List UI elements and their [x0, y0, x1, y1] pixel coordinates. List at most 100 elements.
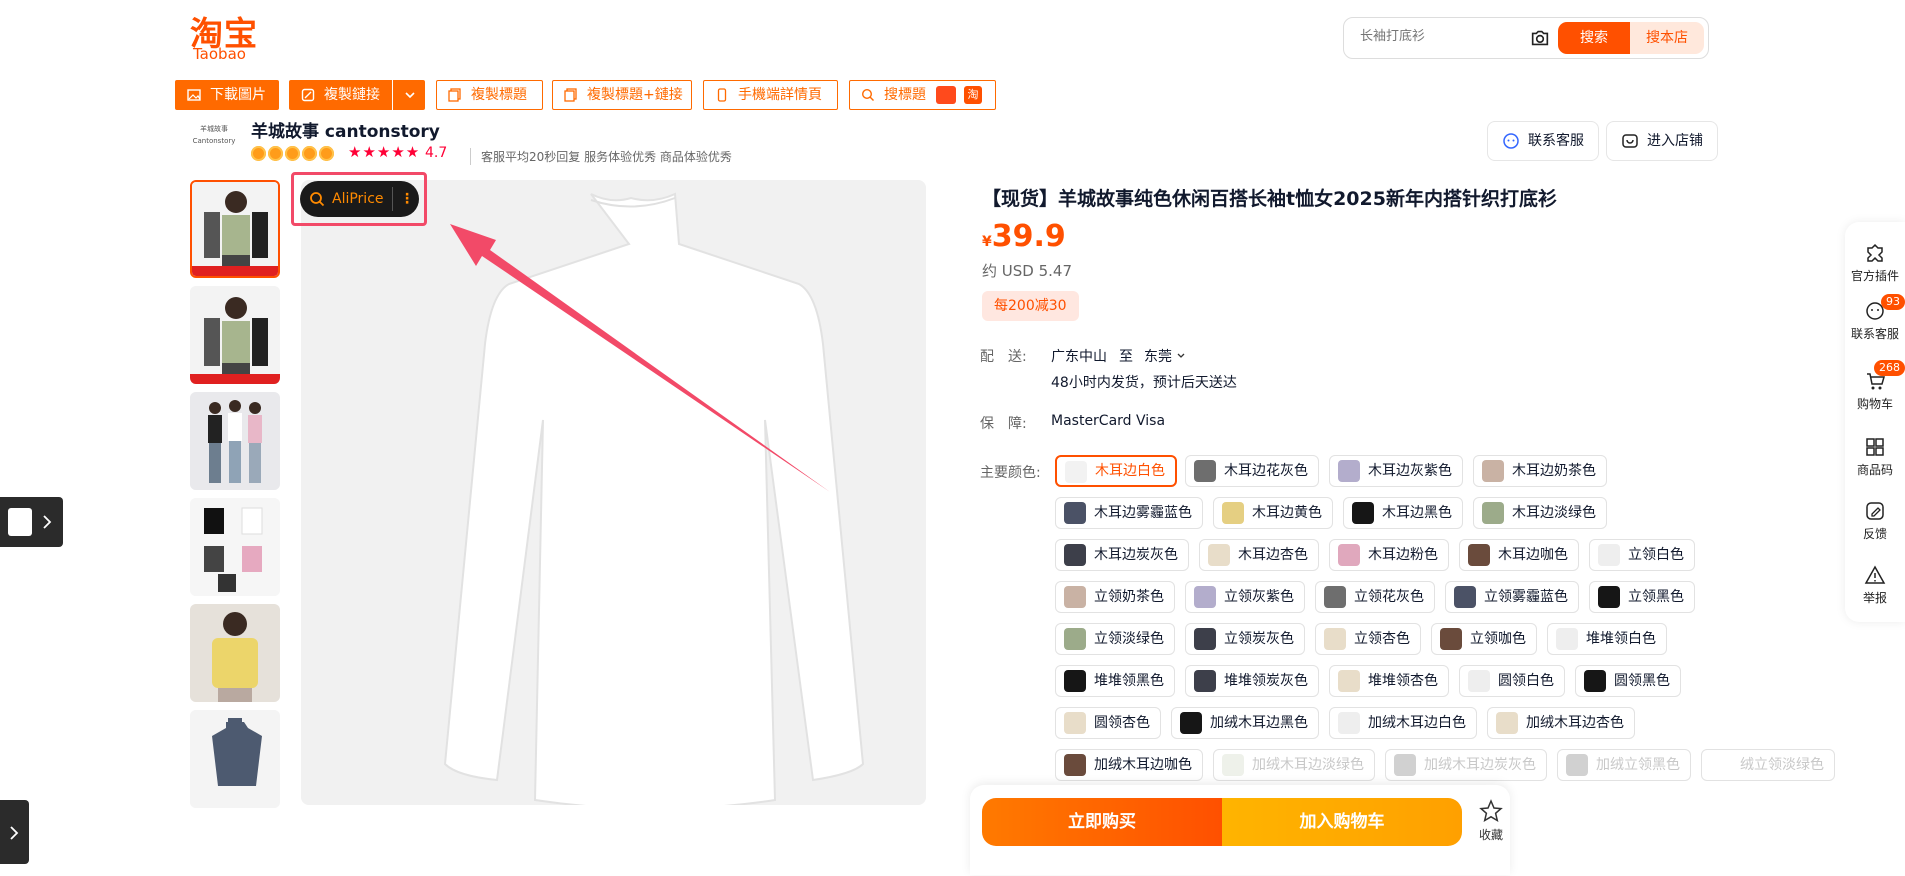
color-option[interactable]: 木耳边奶茶色 [1473, 455, 1607, 487]
copy-title-button[interactable]: 複製標題 [436, 80, 543, 110]
color-swatch [1208, 544, 1230, 566]
color-option[interactable]: 立领黑色 [1589, 581, 1695, 613]
color-option[interactable]: 立领杏色 [1315, 623, 1421, 655]
copy-title-link-button[interactable]: 複製標題+鏈接 [552, 80, 692, 110]
copy-link-dropdown[interactable] [393, 80, 425, 110]
color-option[interactable]: 加绒木耳边黑色 [1171, 707, 1319, 739]
color-option[interactable]: 立领白色 [1589, 539, 1695, 571]
copy-link-label: 複製鏈接 [324, 87, 380, 103]
color-option[interactable]: 加绒木耳边咖色 [1055, 749, 1203, 781]
color-option[interactable]: 圆领杏色 [1055, 707, 1161, 739]
search-title-button[interactable]: 搜標題 淘 [849, 80, 996, 110]
download-images-button[interactable]: 下載圖片 [175, 80, 279, 110]
rail-feedback[interactable]: 反馈 [1845, 500, 1905, 542]
color-option[interactable]: 加绒木耳边杏色 [1487, 707, 1635, 739]
color-option[interactable]: 堆堆领黑色 [1055, 665, 1175, 697]
enter-store-button[interactable]: 进入店铺 [1606, 121, 1718, 161]
rail-plugin[interactable]: 官方插件 [1845, 242, 1905, 284]
copy-link-button[interactable]: 複製鏈接 [289, 80, 392, 110]
shipping-label: 配 送: [980, 349, 1027, 365]
color-option[interactable]: 木耳边灰紫色 [1329, 455, 1463, 487]
color-option[interactable]: 木耳边雾霾蓝色 [1055, 497, 1203, 529]
thumbnail-4[interactable] [190, 498, 280, 596]
color-option[interactable]: 圆领黑色 [1575, 665, 1681, 697]
color-option[interactable]: 木耳边黄色 [1213, 497, 1333, 529]
color-option[interactable]: 木耳边黑色 [1343, 497, 1463, 529]
color-option[interactable]: 立领雾霾蓝色 [1445, 581, 1579, 613]
thumbnail-2[interactable] [190, 286, 280, 384]
color-option[interactable]: 立领淡绿色 [1055, 623, 1175, 655]
thumbnail-3[interactable] [190, 392, 280, 490]
grid-icon [1866, 438, 1884, 456]
favorite-label: 收藏 [1478, 828, 1503, 842]
search-button[interactable]: 搜索 [1558, 22, 1630, 54]
color-swatch [1222, 754, 1244, 776]
mobile-detail-button[interactable]: 手機端詳情頁 [703, 80, 838, 110]
favorite-button[interactable]: 收藏 [1476, 799, 1506, 843]
rail-cart[interactable]: 购物车 268 [1845, 360, 1905, 412]
taobao-logo-en[interactable]: Taobao [193, 45, 246, 63]
color-option[interactable]: 立领奶茶色 [1055, 581, 1175, 613]
color-option[interactable]: 堆堆领白色 [1547, 623, 1667, 655]
color-option[interactable]: 立领炭灰色 [1185, 623, 1305, 655]
color-swatch [1710, 754, 1732, 776]
link-icon [301, 88, 315, 102]
taobao-badge: 淘 [964, 86, 982, 104]
color-option[interactable]: 木耳边粉色 [1329, 539, 1449, 571]
color-swatch [1598, 544, 1620, 566]
more-icon[interactable]: ⋮ [400, 181, 414, 217]
color-option-label: 立领淡绿色 [1094, 631, 1164, 647]
color-option[interactable]: 圆领白色 [1459, 665, 1565, 697]
download-images-label: 下載圖片 [210, 87, 266, 103]
thumbnail-5[interactable] [190, 604, 280, 702]
color-option[interactable]: 木耳边炭灰色 [1055, 539, 1189, 571]
rail-qr[interactable]: 商品码 [1845, 436, 1905, 478]
color-option[interactable]: 立领灰紫色 [1185, 581, 1305, 613]
color-option-label: 加绒木耳边咖色 [1094, 757, 1192, 773]
color-option[interactable]: 木耳边白色 [1055, 455, 1177, 487]
aliprice-button[interactable]: AliPrice ⋮ [300, 181, 419, 217]
buy-bar: 立即购买 加入购物车 收藏 [970, 785, 1510, 875]
color-option[interactable]: 木耳边咖色 [1459, 539, 1579, 571]
side-expand-toggle[interactable] [0, 800, 29, 864]
warning-icon [1864, 565, 1886, 584]
thumbnail-1[interactable] [190, 180, 280, 278]
service-badge: 93 [1881, 294, 1905, 310]
color-option-label: 圆领白色 [1498, 673, 1554, 689]
search-input[interactable] [1358, 28, 1522, 45]
color-option: 加绒木耳边炭灰色 [1385, 749, 1547, 781]
rating-value: 4.7 [425, 145, 448, 161]
camera-icon[interactable] [1529, 27, 1551, 49]
color-option[interactable]: 木耳边淡绿色 [1473, 497, 1607, 529]
color-option-label: 堆堆领黑色 [1094, 673, 1164, 689]
color-option[interactable]: 木耳边花灰色 [1185, 455, 1319, 487]
color-swatch [1468, 544, 1490, 566]
add-to-cart-button[interactable]: 加入购物车 [1222, 798, 1462, 846]
side-thumbnail-toggle[interactable] [0, 497, 63, 547]
aliprice-label: AliPrice [332, 191, 384, 207]
ship-to-select[interactable]: 东莞 [1144, 346, 1186, 366]
color-option[interactable]: 加绒木耳边白色 [1329, 707, 1477, 739]
color-option[interactable]: 立领咖色 [1431, 623, 1537, 655]
product-title: 【现货】羊城故事纯色休闲百搭长袖t恤女2025新年内搭针织打底衫 [982, 188, 1557, 210]
store-icon [1622, 134, 1638, 148]
buy-now-button[interactable]: 立即购买 [982, 798, 1222, 846]
cart-badge: 268 [1874, 360, 1905, 376]
color-swatch [1064, 712, 1086, 734]
color-option[interactable]: 木耳边杏色 [1199, 539, 1319, 571]
rail-report[interactable]: 举报 [1845, 564, 1905, 606]
color-option-label: 木耳边灰紫色 [1368, 463, 1452, 479]
color-option[interactable]: 立领花灰色 [1315, 581, 1435, 613]
color-option[interactable]: 堆堆领杏色 [1329, 665, 1449, 697]
shop-name[interactable]: 羊城故事 cantonstory [251, 117, 440, 142]
thumbnail-image [190, 498, 280, 596]
shop-logo[interactable]: 羊城故事 Cantonstory [192, 123, 236, 163]
color-option-label: 立领咖色 [1470, 631, 1526, 647]
color-option[interactable]: 堆堆领炭灰色 [1185, 665, 1319, 697]
contact-service-button[interactable]: 联系客服 [1487, 121, 1599, 161]
rail-service[interactable]: 联系客服 93 [1845, 294, 1905, 342]
thumbnail-6[interactable] [190, 710, 280, 808]
coupon-badge[interactable]: 每200减30 [982, 291, 1079, 321]
search-store-button[interactable]: 搜本店 [1630, 22, 1704, 54]
color-swatch [1194, 460, 1216, 482]
